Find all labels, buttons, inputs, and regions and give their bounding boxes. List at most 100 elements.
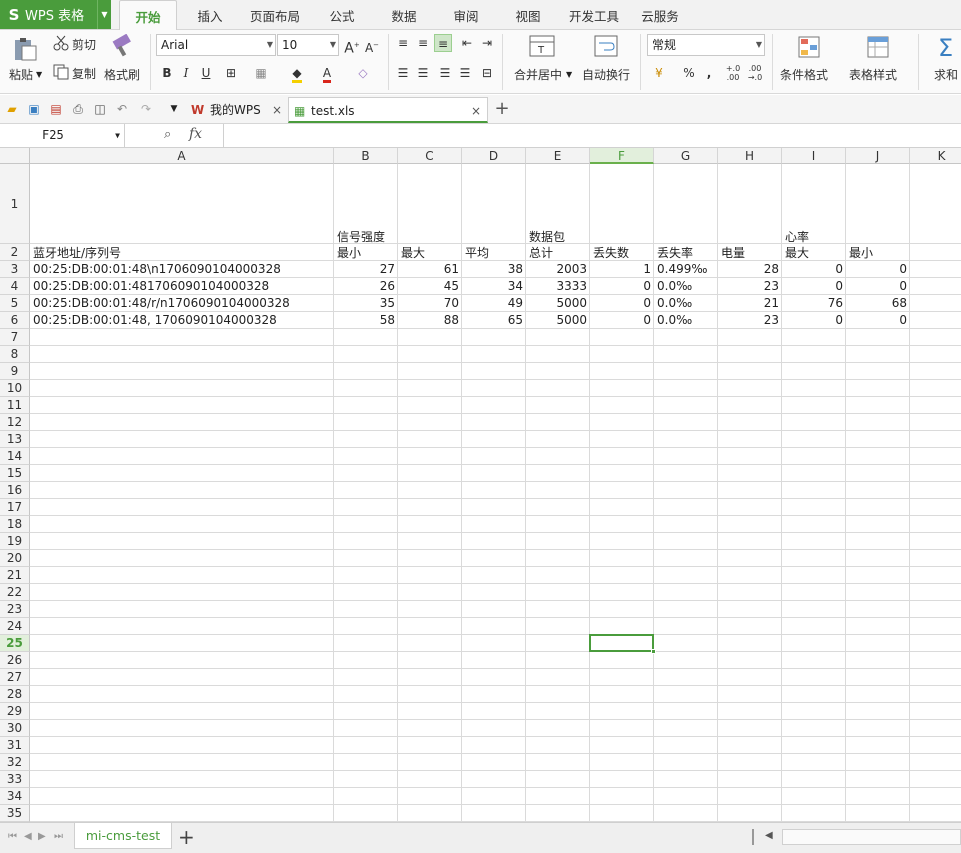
row-header-7[interactable]: 7: [0, 329, 30, 346]
first-sheet-icon[interactable]: ⏮: [8, 831, 17, 842]
copy-button[interactable]: 复制: [72, 65, 96, 82]
cell-G3[interactable]: 0.499‰: [654, 261, 710, 278]
horizontal-scrollbar[interactable]: [782, 829, 961, 845]
cell-A3[interactable]: 00:25:DB:00:01:48\n1706090104000328: [30, 261, 284, 278]
open-folder-icon[interactable]: ▰: [4, 101, 20, 117]
select-all-corner[interactable]: [0, 148, 30, 164]
cell-I2[interactable]: 最大: [782, 245, 812, 262]
tab-insert[interactable]: 插入: [186, 0, 234, 29]
cut-button[interactable]: 剪切: [72, 36, 96, 53]
sum-icon[interactable]: Σ: [938, 34, 953, 62]
cell-fill-pattern-icon[interactable]: ▦: [252, 64, 270, 82]
column-header-G[interactable]: G: [654, 148, 718, 164]
cell-E5[interactable]: 5000: [526, 295, 590, 312]
row-header-26[interactable]: 26: [0, 652, 30, 669]
cell-C2[interactable]: 最大: [398, 245, 428, 262]
print-preview-icon[interactable]: ◫: [92, 101, 108, 117]
cell-D6[interactable]: 65: [462, 312, 526, 329]
app-menu-button[interactable]: S WPS 表格 ▼: [0, 0, 111, 29]
align-bottom-icon[interactable]: ≡: [434, 34, 452, 52]
conditional-format-icon[interactable]: [797, 35, 821, 62]
align-center-icon[interactable]: ☰: [414, 64, 432, 82]
row-header-1[interactable]: 1: [0, 164, 30, 244]
column-header-I[interactable]: I: [782, 148, 846, 164]
scroll-left-icon[interactable]: ◀: [765, 830, 773, 841]
borders-icon[interactable]: ⊞: [222, 64, 240, 82]
conditional-format-button[interactable]: 条件格式: [780, 66, 828, 83]
zoom-search-icon[interactable]: ⌕: [164, 127, 171, 142]
row-header-5[interactable]: 5: [0, 295, 30, 312]
cell-A5[interactable]: 00:25:DB:00:01:48/r/n1706090104000328: [30, 295, 293, 312]
cell-E3[interactable]: 2003: [526, 261, 590, 278]
cut-icon[interactable]: [53, 35, 69, 54]
last-sheet-icon[interactable]: ⏭: [54, 831, 63, 842]
cell-A4[interactable]: 00:25:DB:00:01:481706090104000328: [30, 278, 272, 295]
comma-button[interactable]: ,: [700, 64, 718, 82]
align-left-icon[interactable]: ☰: [394, 64, 412, 82]
percent-button[interactable]: %: [680, 64, 698, 82]
decrease-decimal-icon[interactable]: .00 →.0: [746, 64, 764, 82]
undo-icon[interactable]: ↶: [114, 101, 130, 117]
column-header-B[interactable]: B: [334, 148, 398, 164]
tab-developer[interactable]: 开发工具: [563, 0, 625, 29]
row-header-4[interactable]: 4: [0, 278, 30, 295]
row-header-12[interactable]: 12: [0, 414, 30, 431]
table-style-button[interactable]: 表格样式: [849, 66, 897, 83]
cell-B6[interactable]: 58: [334, 312, 398, 329]
cell-J2[interactable]: 最小: [846, 245, 876, 262]
cell-H3[interactable]: 28: [718, 261, 782, 278]
row-header-8[interactable]: 8: [0, 346, 30, 363]
row-header-14[interactable]: 14: [0, 448, 30, 465]
tab-page-layout[interactable]: 页面布局: [245, 0, 305, 29]
sum-button[interactable]: 求和: [934, 66, 958, 83]
cell-B3[interactable]: 27: [334, 261, 398, 278]
sheet-tab-mi-cms-test[interactable]: mi-cms-test: [74, 823, 172, 849]
fill-handle[interactable]: [651, 649, 656, 654]
cell-F2[interactable]: 丢失数: [590, 245, 632, 262]
row-header-11[interactable]: 11: [0, 397, 30, 414]
next-sheet-icon[interactable]: ▶: [38, 831, 46, 842]
fx-icon[interactable]: fx: [189, 126, 202, 142]
tab-cloud[interactable]: 云服务: [636, 0, 684, 29]
format-painter-icon[interactable]: [110, 33, 134, 61]
chevron-down-icon[interactable]: ▼: [97, 0, 111, 29]
row-header-30[interactable]: 30: [0, 720, 30, 737]
cell-H6[interactable]: 23: [718, 312, 782, 329]
tab-home[interactable]: 开始: [119, 0, 177, 31]
fill-color-icon[interactable]: ◆: [288, 64, 306, 83]
save-icon[interactable]: ▣: [26, 101, 42, 117]
cell-D5[interactable]: 49: [462, 295, 526, 312]
print-icon[interactable]: ⎙: [70, 101, 86, 117]
column-header-J[interactable]: J: [846, 148, 910, 164]
cell-E1[interactable]: 数据包: [526, 229, 568, 246]
distribute-icon[interactable]: ⊟: [478, 64, 496, 82]
cell-H2[interactable]: 电量: [718, 245, 748, 262]
spreadsheet-grid[interactable]: ABCDEFGHIJK 1 2 3 4 5 6 7 8 9 10 11 12 13 14 15 16 17 18 1…: [0, 148, 961, 822]
row-header-31[interactable]: 31: [0, 737, 30, 754]
cell-I4[interactable]: 0: [782, 278, 846, 295]
column-header-C[interactable]: C: [398, 148, 462, 164]
row-header-22[interactable]: 22: [0, 584, 30, 601]
close-icon[interactable]: ×: [272, 97, 282, 123]
cell-G6[interactable]: 0.0‰: [654, 312, 695, 329]
cell-D4[interactable]: 34: [462, 278, 526, 295]
table-style-icon[interactable]: [866, 35, 890, 62]
column-header-E[interactable]: E: [526, 148, 590, 164]
align-middle-icon[interactable]: ≡: [414, 34, 432, 52]
align-top-icon[interactable]: ≡: [394, 34, 412, 52]
prev-sheet-icon[interactable]: ◀: [24, 831, 32, 842]
cell-I3[interactable]: 0: [782, 261, 846, 278]
row-header-3[interactable]: 3: [0, 261, 30, 278]
row-header-6[interactable]: 6: [0, 312, 30, 329]
cell-A6[interactable]: 00:25:DB:00:01:48, 1706090104000328: [30, 312, 280, 329]
row-header-20[interactable]: 20: [0, 550, 30, 567]
cell-C3[interactable]: 61: [398, 261, 462, 278]
tab-review[interactable]: 审阅: [442, 0, 490, 29]
tab-view[interactable]: 视图: [504, 0, 552, 29]
column-header-K[interactable]: K: [910, 148, 961, 164]
merge-center-button[interactable]: 合并居中: [514, 66, 562, 83]
row-header-33[interactable]: 33: [0, 771, 30, 788]
cell-I5[interactable]: 76: [782, 295, 846, 312]
cell-J4[interactable]: 0: [846, 278, 910, 295]
chevron-down-icon[interactable]: ▼: [36, 70, 42, 79]
